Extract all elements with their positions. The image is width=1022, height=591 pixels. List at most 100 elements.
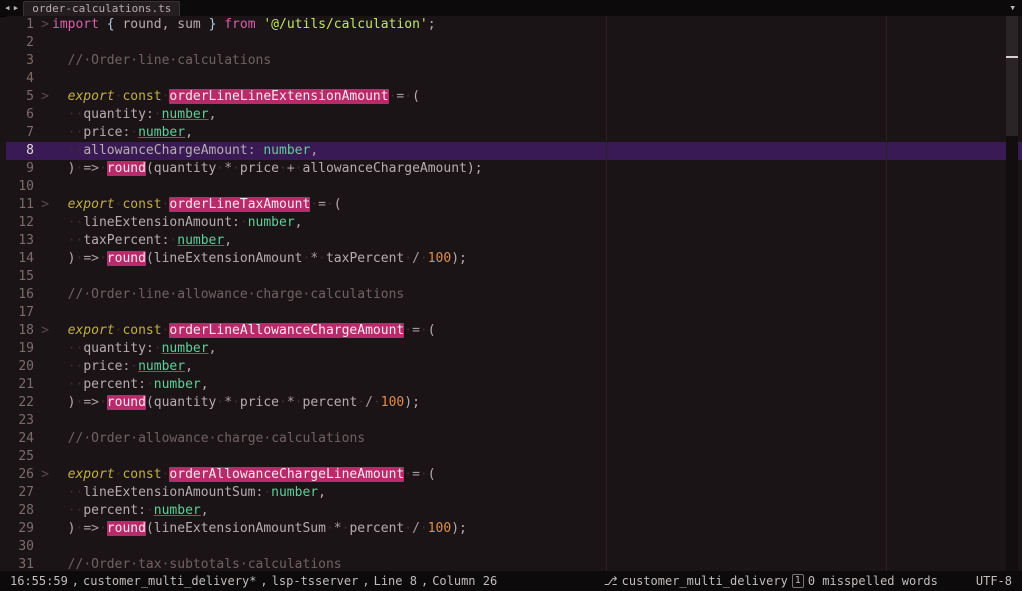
- code-line[interactable]: 30: [6, 538, 1022, 556]
- code-line[interactable]: 7 ··price:·number,: [6, 124, 1022, 142]
- code-line[interactable]: 25: [6, 448, 1022, 466]
- code-line[interactable]: 21 ··percent:·number,: [6, 376, 1022, 394]
- line-content[interactable]: )·=>·round(quantity·*·price·+·allowanceC…: [52, 160, 1022, 178]
- fold-marker[interactable]: >: [38, 88, 52, 106]
- line-content[interactable]: ··price:·number,: [52, 358, 1022, 376]
- line-number[interactable]: 9: [6, 160, 38, 178]
- line-content[interactable]: //·Order·allowance·charge·calculations: [52, 430, 1022, 448]
- line-content[interactable]: ··lineExtensionAmount:·number,: [52, 214, 1022, 232]
- code-line[interactable]: 8 ··allowanceChargeAmount:·number,: [6, 142, 1022, 160]
- line-content[interactable]: ··percent:·number,: [52, 502, 1022, 520]
- line-content[interactable]: [52, 70, 1022, 88]
- code-line[interactable]: 4: [6, 70, 1022, 88]
- line-content[interactable]: [52, 34, 1022, 52]
- line-content[interactable]: ··allowanceChargeAmount:·number,: [52, 142, 1022, 160]
- file-tab[interactable]: order-calculations.ts: [23, 1, 180, 16]
- line-content[interactable]: [52, 304, 1022, 322]
- code-line[interactable]: 19 ··quantity:·number,: [6, 340, 1022, 358]
- line-number[interactable]: 28: [6, 502, 38, 520]
- line-number[interactable]: 23: [6, 412, 38, 430]
- line-number[interactable]: 7: [6, 124, 38, 142]
- line-content[interactable]: ··taxPercent:·number,: [52, 232, 1022, 250]
- code-line[interactable]: 23: [6, 412, 1022, 430]
- code-line[interactable]: 16 //·Order·line·allowance·charge·calcul…: [6, 286, 1022, 304]
- line-number[interactable]: 6: [6, 106, 38, 124]
- code-line[interactable]: 12 ··lineExtensionAmount:·number,: [6, 214, 1022, 232]
- line-number[interactable]: 25: [6, 448, 38, 466]
- line-content[interactable]: ··price:·number,: [52, 124, 1022, 142]
- line-number[interactable]: 21: [6, 376, 38, 394]
- code-line[interactable]: 26> export·const·orderAllowanceChargeLin…: [6, 466, 1022, 484]
- menu-dropdown-icon[interactable]: ▾: [1003, 1, 1022, 15]
- line-content[interactable]: )·=>·round(lineExtensionAmountSum·*·perc…: [52, 520, 1022, 538]
- line-content[interactable]: [52, 538, 1022, 556]
- line-number[interactable]: 30: [6, 538, 38, 556]
- line-number[interactable]: 26: [6, 466, 38, 484]
- line-number[interactable]: 2: [6, 34, 38, 52]
- spell-count-badge[interactable]: 1: [792, 574, 804, 588]
- code-line[interactable]: 22 )·=>·round(quantity·*·price·*·percent…: [6, 394, 1022, 412]
- line-number[interactable]: 3: [6, 52, 38, 70]
- line-number[interactable]: 1: [6, 16, 38, 34]
- line-number[interactable]: 10: [6, 178, 38, 196]
- code-line[interactable]: 13 ··taxPercent:·number,: [6, 232, 1022, 250]
- code-line[interactable]: 6 ··quantity:·number,: [6, 106, 1022, 124]
- line-content[interactable]: //·Order·line·allowance·charge·calculati…: [52, 286, 1022, 304]
- nav-forward-icon[interactable]: ▸: [13, 1, 20, 15]
- line-content[interactable]: )·=>·round(lineExtensionAmount·*·taxPerc…: [52, 250, 1022, 268]
- line-number[interactable]: 5: [6, 88, 38, 106]
- line-number[interactable]: 11: [6, 196, 38, 214]
- line-content[interactable]: //·Order·tax·subtotals·calculations: [52, 556, 1022, 571]
- code-line[interactable]: 2: [6, 34, 1022, 52]
- line-number[interactable]: 8: [6, 142, 38, 160]
- code-line[interactable]: 20 ··price:·number,: [6, 358, 1022, 376]
- scrollbar[interactable]: [1006, 16, 1018, 571]
- code-area[interactable]: 1>import { round, sum } from '@/utils/ca…: [6, 16, 1022, 571]
- line-number[interactable]: 12: [6, 214, 38, 232]
- line-number[interactable]: 31: [6, 556, 38, 571]
- line-content[interactable]: export·const·orderLineLineExtensionAmoun…: [52, 88, 1022, 106]
- line-content[interactable]: ··quantity:·number,: [52, 106, 1022, 124]
- line-content[interactable]: export·const·orderLineAllowanceChargeAmo…: [52, 322, 1022, 340]
- line-number[interactable]: 20: [6, 358, 38, 376]
- line-content[interactable]: [52, 448, 1022, 466]
- scrollbar-thumb[interactable]: [1006, 16, 1018, 136]
- status-encoding[interactable]: UTF-8: [976, 572, 1012, 590]
- line-content[interactable]: ··lineExtensionAmountSum:·number,: [52, 484, 1022, 502]
- line-content[interactable]: import { round, sum } from '@/utils/calc…: [52, 16, 1022, 34]
- line-number[interactable]: 17: [6, 304, 38, 322]
- line-content[interactable]: [52, 178, 1022, 196]
- code-line[interactable]: 27 ··lineExtensionAmountSum:·number,: [6, 484, 1022, 502]
- line-content[interactable]: ··quantity:·number,: [52, 340, 1022, 358]
- fold-marker[interactable]: >: [38, 16, 52, 34]
- status-branch-dirty[interactable]: customer_multi_delivery*: [83, 572, 256, 590]
- code-line[interactable]: 18> export·const·orderLineAllowanceCharg…: [6, 322, 1022, 340]
- line-number[interactable]: 27: [6, 484, 38, 502]
- fold-marker[interactable]: >: [38, 196, 52, 214]
- fold-marker[interactable]: >: [38, 322, 52, 340]
- line-number[interactable]: 22: [6, 394, 38, 412]
- line-number[interactable]: 29: [6, 520, 38, 538]
- line-number[interactable]: 13: [6, 232, 38, 250]
- code-line[interactable]: 1>import { round, sum } from '@/utils/ca…: [6, 16, 1022, 34]
- code-line[interactable]: 9 )·=>·round(quantity·*·price·+·allowanc…: [6, 160, 1022, 178]
- line-content[interactable]: [52, 268, 1022, 286]
- line-content[interactable]: ··percent:·number,: [52, 376, 1022, 394]
- code-line[interactable]: 15: [6, 268, 1022, 286]
- code-line[interactable]: 5> export·const·orderLineLineExtensionAm…: [6, 88, 1022, 106]
- code-line[interactable]: 17: [6, 304, 1022, 322]
- code-line[interactable]: 3 //·Order·line·calculations: [6, 52, 1022, 70]
- line-content[interactable]: export·const·orderAllowanceChargeLineAmo…: [52, 466, 1022, 484]
- line-content[interactable]: )·=>·round(quantity·*·price·*·percent·/·…: [52, 394, 1022, 412]
- fold-marker[interactable]: >: [38, 466, 52, 484]
- spell-label[interactable]: 0 misspelled words: [808, 572, 938, 590]
- code-line[interactable]: 14 )·=>·round(lineExtensionAmount·*·taxP…: [6, 250, 1022, 268]
- nav-back-icon[interactable]: ◂: [4, 1, 11, 15]
- code-line[interactable]: 24 //·Order·allowance·charge·calculation…: [6, 430, 1022, 448]
- line-content[interactable]: export·const·orderLineTaxAmount·=·(: [52, 196, 1022, 214]
- code-line[interactable]: 31 //·Order·tax·subtotals·calculations: [6, 556, 1022, 571]
- line-content[interactable]: //·Order·line·calculations: [52, 52, 1022, 70]
- code-line[interactable]: 10: [6, 178, 1022, 196]
- line-number[interactable]: 19: [6, 340, 38, 358]
- line-number[interactable]: 24: [6, 430, 38, 448]
